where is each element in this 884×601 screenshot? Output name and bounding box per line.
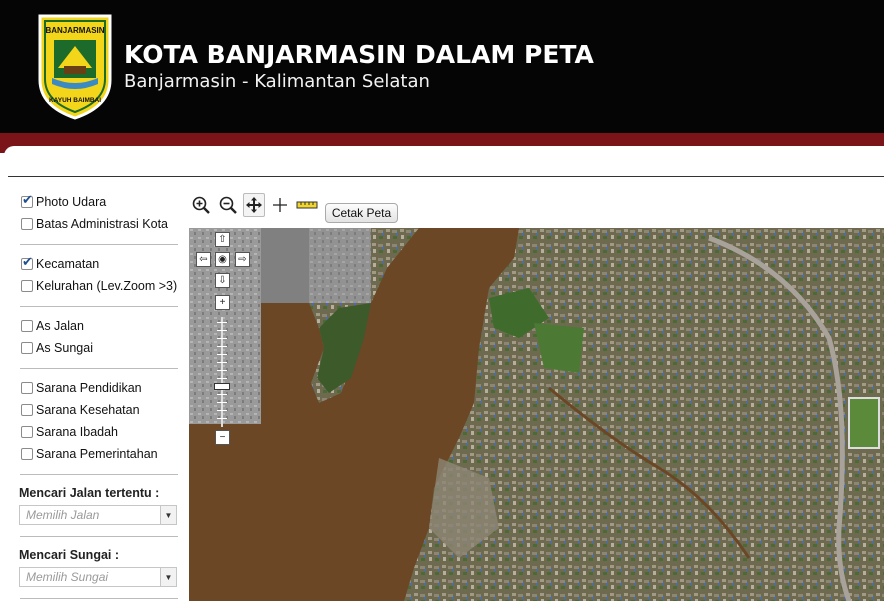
zoom-tick xyxy=(217,346,227,347)
sidebar-divider xyxy=(20,368,178,369)
layer-batas-administrasi[interactable]: Batas Administrasi Kota xyxy=(21,216,168,232)
print-map-button[interactable]: Cetak Peta xyxy=(325,203,398,223)
layer-label: As Jalan xyxy=(36,319,84,333)
logo-top-text: BANJARMASIN xyxy=(45,26,104,35)
road-select[interactable]: Memilih Jalan ▼ xyxy=(19,505,177,525)
zoom-tick xyxy=(217,378,227,379)
logo-bottom-text: KAYUH BAIMBAI xyxy=(49,97,101,104)
zoom-tick xyxy=(217,370,227,371)
layer-as-jalan[interactable]: As Jalan xyxy=(21,318,84,334)
river-select[interactable]: Memilih Sungai ▼ xyxy=(19,567,177,587)
checkbox-photo-udara[interactable] xyxy=(21,193,33,208)
zoom-tick xyxy=(217,338,227,339)
layer-label: Kelurahan (Lev.Zoom >3) xyxy=(36,279,178,293)
layer-label: Sarana Ibadah xyxy=(36,425,119,439)
zoom-in-icon[interactable] xyxy=(190,193,212,217)
pan-center-icon[interactable]: ◉ xyxy=(215,252,230,267)
checkbox-as-sungai[interactable] xyxy=(21,342,33,354)
pan-icon[interactable] xyxy=(243,193,265,217)
checkbox-kelurahan[interactable] xyxy=(21,280,33,292)
crosshair-icon[interactable] xyxy=(269,193,291,217)
sidebar-divider xyxy=(20,598,178,599)
aerial-photo xyxy=(189,228,884,601)
chevron-down-icon[interactable]: ▼ xyxy=(160,568,176,586)
checkbox-sarana-pemerintahan[interactable] xyxy=(21,448,33,460)
zoom-tick xyxy=(217,402,227,403)
zoom-tick xyxy=(217,394,227,395)
zoom-tick xyxy=(217,362,227,363)
checkbox-sarana-kesehatan[interactable] xyxy=(21,404,33,416)
site-subtitle: Banjarmasin - Kalimantan Selatan xyxy=(124,71,430,92)
layer-label: Sarana Pendidikan xyxy=(36,381,142,395)
zoom-tick xyxy=(217,410,227,411)
sidebar-divider xyxy=(20,474,178,475)
layer-label: As Sungai xyxy=(36,341,93,355)
layer-photo-udara[interactable]: Photo Udara xyxy=(21,193,107,210)
page-header: BANJARMASIN KAYUH BAIMBAI KOTA BANJARMAS… xyxy=(0,0,884,133)
pan-up-icon[interactable]: ⇧ xyxy=(215,232,230,247)
layer-label: Photo Udara xyxy=(36,195,107,209)
layer-sarana-kesehatan[interactable]: Sarana Kesehatan xyxy=(21,402,140,418)
measure-icon[interactable] xyxy=(296,193,318,217)
pan-right-icon[interactable]: ⇨ xyxy=(235,252,250,267)
zoom-minus-icon[interactable]: − xyxy=(215,430,230,445)
chevron-down-icon[interactable]: ▼ xyxy=(160,506,176,524)
sidebar-divider xyxy=(20,244,178,245)
checkbox-sarana-pendidikan[interactable] xyxy=(21,382,33,394)
layer-as-sungai[interactable]: As Sungai xyxy=(21,340,93,356)
checkbox-kecamatan[interactable] xyxy=(21,255,33,270)
layer-label: Kecamatan xyxy=(36,257,100,271)
zoom-tick xyxy=(217,330,227,331)
zoom-tick xyxy=(217,354,227,355)
layer-sarana-pemerintahan[interactable]: Sarana Pemerintahan xyxy=(21,446,158,462)
zoom-tick xyxy=(217,418,227,419)
sidebar-divider xyxy=(20,306,178,307)
content-divider xyxy=(8,176,884,177)
pan-down-icon[interactable]: ⇩ xyxy=(215,273,230,288)
layer-sarana-ibadah[interactable]: Sarana Ibadah xyxy=(21,424,118,440)
layer-kelurahan[interactable]: Kelurahan (Lev.Zoom >3) xyxy=(21,278,177,294)
road-search-label: Mencari Jalan tertentu : xyxy=(19,486,160,500)
layer-label: Batas Administrasi Kota xyxy=(36,217,169,231)
map-viewport[interactable]: ⇧ ⇦ ◉ ⇨ ⇩ + − xyxy=(189,228,884,601)
layer-label: Sarana Kesehatan xyxy=(36,403,140,417)
checkbox-batas-administrasi[interactable] xyxy=(21,218,33,230)
zoom-out-icon[interactable] xyxy=(217,193,239,217)
zoom-slider-handle[interactable] xyxy=(214,383,230,390)
layer-sarana-pendidikan[interactable]: Sarana Pendidikan xyxy=(21,380,142,396)
layer-kecamatan[interactable]: Kecamatan xyxy=(21,255,100,272)
road-select-placeholder: Memilih Jalan xyxy=(26,508,100,522)
zoom-plus-icon[interactable]: + xyxy=(215,295,230,310)
layer-label: Sarana Pemerintahan xyxy=(36,447,158,461)
river-search-label: Mencari Sungai : xyxy=(19,548,120,562)
city-emblem-logo: BANJARMASIN KAYUH BAIMBAI xyxy=(38,14,112,120)
site-title: KOTA BANJARMASIN DALAM PETA xyxy=(124,40,594,69)
checkbox-as-jalan[interactable] xyxy=(21,320,33,332)
checkbox-sarana-ibadah[interactable] xyxy=(21,426,33,438)
pan-left-icon[interactable]: ⇦ xyxy=(196,252,211,267)
river-select-placeholder: Memilih Sungai xyxy=(26,570,109,584)
zoom-tick xyxy=(217,322,227,323)
sidebar-divider xyxy=(20,536,178,537)
